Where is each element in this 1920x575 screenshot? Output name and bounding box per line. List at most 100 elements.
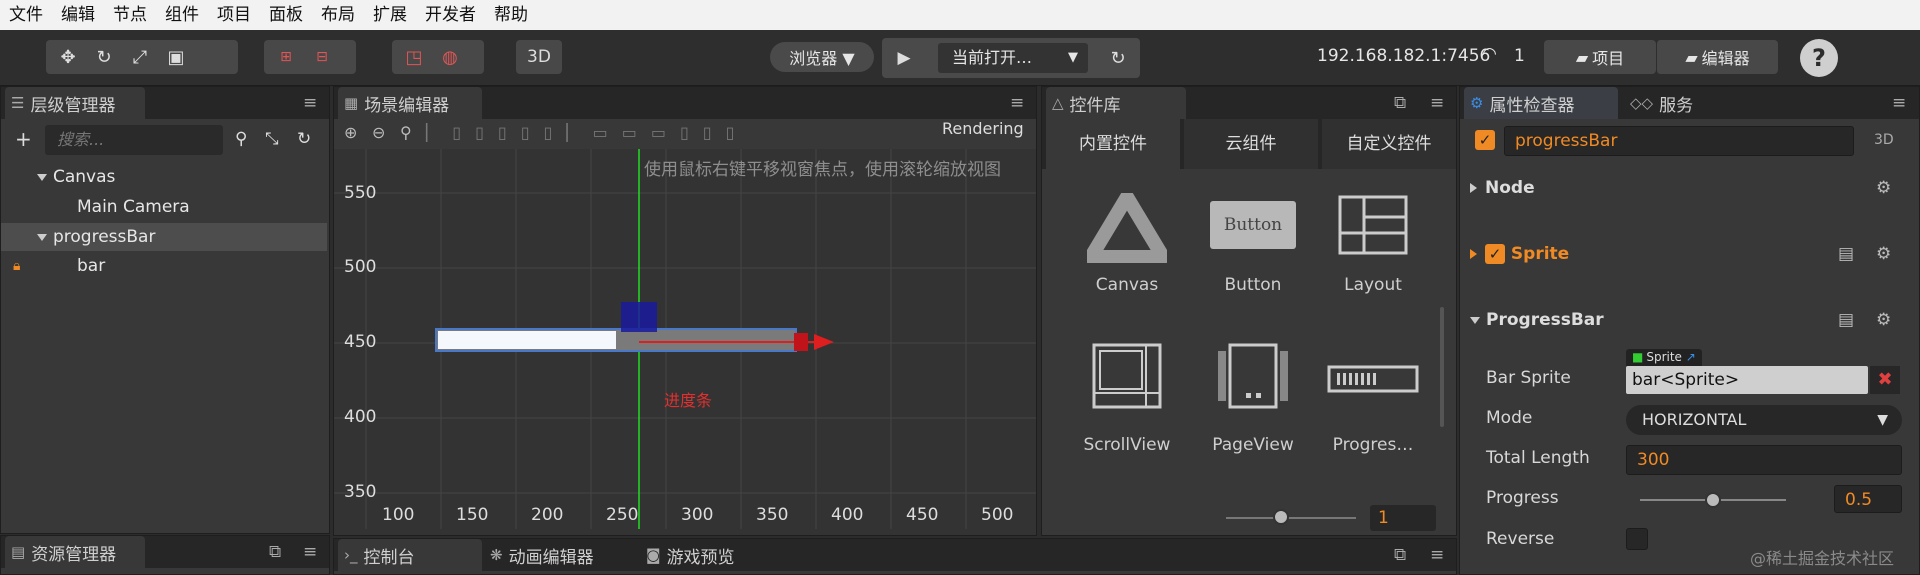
node-label: 进度条 — [664, 391, 713, 410]
section-progressbar[interactable]: ProgressBar ▤ ⚙ — [1466, 304, 1896, 336]
popout-icon[interactable]: ⧉ — [1394, 545, 1406, 565]
browser-dropdown[interactable]: 浏览器 ▼ — [770, 42, 874, 72]
panel-menu-icon[interactable]: ≡ — [1010, 93, 1024, 113]
menu-file[interactable]: 文件 — [0, 0, 52, 30]
align-icons[interactable]: ▏▯▯▯▯▯▏▭▭▭▯▯▯ — [426, 123, 748, 142]
pivot-icon[interactable]: ⊞ — [268, 43, 304, 71]
menu-component[interactable]: 组件 — [156, 0, 208, 30]
widget-canvas[interactable]: Canvas — [1062, 187, 1192, 317]
panel-menu-icon[interactable]: ≡ — [303, 542, 317, 562]
widget-pageview[interactable]: PageView — [1188, 343, 1318, 473]
section-sprite[interactable]: ✓ Sprite ▤ ⚙ — [1466, 238, 1896, 270]
tab-hierarchy[interactable]: ☰ 层级管理器 — [5, 87, 145, 119]
scene-select[interactable]: 当前打开… ▼ — [938, 43, 1088, 73]
settings-gear-icon[interactable]: ⚙ — [1876, 172, 1891, 204]
settings-gear-icon[interactable]: ⚙ — [1876, 304, 1891, 336]
move-tool-icon[interactable]: ✥ — [50, 43, 86, 71]
widget-layout[interactable]: Layout — [1308, 187, 1438, 317]
tab-assets[interactable]: ▤ 资源管理器 — [5, 536, 145, 568]
play-icon[interactable]: ▶ — [886, 44, 922, 72]
progress-slider-thumb[interactable] — [1705, 492, 1721, 508]
panel-menu-icon[interactable]: ≡ — [303, 93, 317, 113]
panel-menu-icon[interactable]: ≡ — [1430, 545, 1444, 565]
scene-viewport[interactable] — [334, 149, 1036, 534]
tab-cloud[interactable]: 云组件 — [1184, 119, 1318, 169]
tree-item-progressbar[interactable]: progressBar — [1, 223, 327, 251]
menu-node[interactable]: 节点 — [104, 0, 156, 30]
search-icon[interactable]: ⚲ — [235, 129, 247, 149]
section-node[interactable]: Node ⚙ — [1466, 172, 1896, 204]
widget-progressbar[interactable]: Progres… — [1308, 343, 1438, 473]
project-button[interactable]: ▰ 项目 — [1544, 40, 1656, 74]
tree-item-canvas[interactable]: Canvas — [1, 163, 327, 191]
widget-label: ScrollView — [1083, 435, 1171, 455]
node-name-input[interactable]: progressBar — [1504, 126, 1854, 156]
3d-toggle-button[interactable]: 3D — [516, 40, 562, 74]
widget-zoom-field[interactable]: 1 — [1370, 505, 1436, 531]
tab-animation[interactable]: ❋ 动画编辑器 — [484, 539, 634, 571]
tab-service[interactable]: ◇◇ 服务 — [1624, 87, 1724, 119]
zoom-out-icon[interactable]: ⊖ — [372, 123, 385, 142]
hierarchy-header: ☰ 层级管理器 ≡ — [1, 87, 329, 119]
panel-menu-icon[interactable]: ≡ — [1430, 93, 1444, 113]
widget-scrollview[interactable]: ScrollView — [1062, 343, 1192, 473]
refresh-icon[interactable]: ↻ — [1100, 44, 1136, 72]
refresh-hierarchy-icon[interactable]: ↻ — [297, 129, 311, 149]
grid-icon[interactable]: ◍ — [432, 43, 468, 71]
snap-icon[interactable]: ◳ — [396, 43, 432, 71]
tab-widgets[interactable]: △ 控件库 — [1046, 87, 1186, 119]
menu-project[interactable]: 项目 — [208, 0, 260, 30]
rendering-select[interactable]: Rendering — [942, 119, 1024, 138]
node-active-checkbox[interactable]: ✓ — [1475, 130, 1495, 150]
collapse-icon[interactable]: ⤡ — [265, 129, 279, 149]
tab-console[interactable]: ›_ 控制台 — [338, 539, 482, 571]
tab-builtin[interactable]: 内置控件 — [1046, 119, 1180, 169]
x-axis-arrowhead — [814, 334, 834, 350]
tab-inspector[interactable]: ⚙ 属性检查器 — [1464, 87, 1618, 119]
progress-input[interactable]: 0.5 — [1834, 485, 1902, 513]
rotate-tool-icon[interactable]: ↻ — [86, 43, 122, 71]
menu-developer[interactable]: 开发者 — [416, 0, 485, 30]
move-handle[interactable] — [794, 333, 808, 351]
settings-gear-icon[interactable]: ⚙ — [1876, 238, 1891, 270]
tab-game-preview[interactable]: ◙ 游戏预览 — [640, 539, 760, 571]
menu-extension[interactable]: 扩展 — [364, 0, 416, 30]
help-doc-icon[interactable]: ▤ — [1838, 304, 1854, 336]
tree-item-main-camera[interactable]: Main Camera — [1, 193, 327, 221]
mode-select[interactable]: HORIZONTAL ▼ — [1626, 405, 1902, 435]
popout-icon[interactable]: ⧉ — [1394, 93, 1406, 113]
tree-item-bar[interactable]: 🔒︎ bar — [1, 252, 327, 280]
add-node-icon[interactable]: + — [15, 127, 32, 151]
help-icon[interactable]: ? — [1800, 39, 1838, 77]
sprite-enabled-checkbox[interactable]: ✓ — [1485, 244, 1505, 264]
menu-edit[interactable]: 编辑 — [52, 0, 104, 30]
popout-icon[interactable]: ⧉ — [269, 542, 281, 562]
widget-zoom-slider[interactable] — [1226, 517, 1356, 519]
widget-scrollbar[interactable] — [1440, 307, 1444, 427]
reverse-checkbox[interactable] — [1626, 528, 1648, 550]
local-global-icon[interactable]: ⊟ — [304, 43, 340, 71]
hierarchy-search-input[interactable]: 搜索... — [45, 125, 223, 155]
widget-button[interactable]: Button Button — [1188, 187, 1318, 317]
tab-custom[interactable]: 自定义控件 — [1322, 119, 1456, 169]
panel-menu-icon[interactable]: ≡ — [1892, 93, 1906, 113]
help-doc-icon[interactable]: ▤ — [1838, 238, 1854, 270]
badge-3d[interactable]: 3D — [1874, 132, 1894, 148]
bar-sprite-field[interactable]: bar<Sprite> — [1626, 366, 1868, 394]
assets-title: 资源管理器 — [31, 544, 117, 565]
zoom-in-icon[interactable]: ⊕ — [344, 123, 357, 142]
ruler-x-label: 250 — [606, 505, 639, 525]
total-length-input[interactable]: 300 — [1626, 445, 1902, 475]
menu-panel[interactable]: 面板 — [260, 0, 312, 30]
zoom-reset-icon[interactable]: ⚲ — [400, 123, 412, 142]
tab-scene[interactable]: ▦ 场景编辑器 — [338, 87, 482, 119]
menu-help[interactable]: 帮助 — [485, 0, 537, 30]
rect-tool-icon[interactable]: ▣ — [158, 43, 194, 71]
clear-sprite-button[interactable]: ✖ — [1870, 366, 1900, 394]
bar-fill[interactable] — [438, 331, 616, 349]
lock-icon[interactable]: 🔒︎ — [13, 252, 20, 280]
widget-zoom-thumb[interactable] — [1273, 509, 1289, 525]
scale-tool-icon[interactable]: ⤢ — [122, 43, 158, 71]
menu-layout[interactable]: 布局 — [312, 0, 364, 30]
editor-button[interactable]: ▰ 编辑器 — [1656, 40, 1778, 74]
